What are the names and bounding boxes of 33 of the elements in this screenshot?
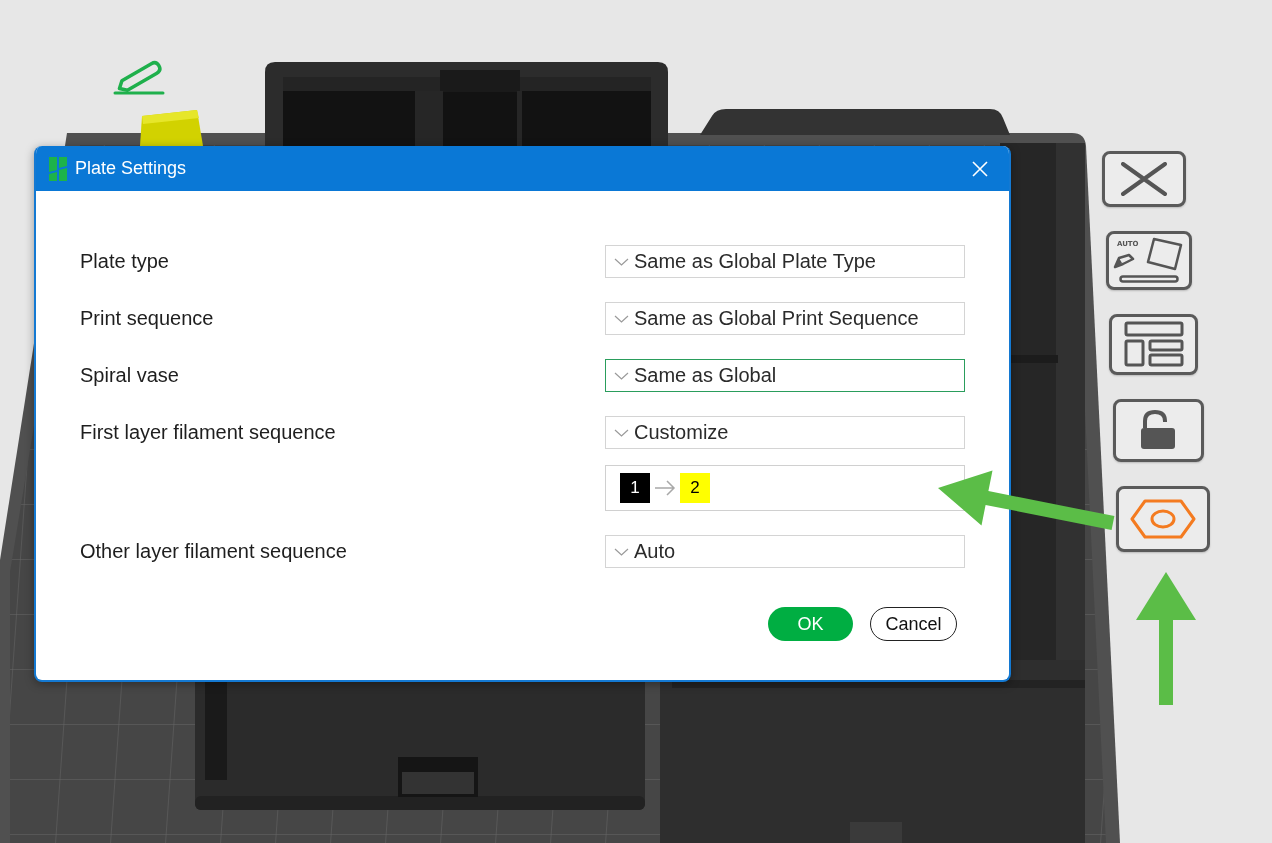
pointer-icon <box>1112 253 1135 270</box>
dropdown[interactable]: Same as Global Print Sequence <box>605 302 965 335</box>
caret-icon <box>614 428 629 437</box>
caret-icon <box>614 547 629 556</box>
close-icon <box>1120 162 1168 196</box>
arrow-icon <box>654 480 676 496</box>
dropdown[interactable]: Same as Global <box>605 359 965 392</box>
model-block <box>140 110 203 146</box>
logo-icon <box>49 156 67 181</box>
caret-icon <box>614 257 629 266</box>
dropdown[interactable]: Auto <box>605 535 965 568</box>
setting-label: Spiral vase <box>80 363 180 388</box>
setting-label: Other layer filament sequence <box>80 539 348 564</box>
dialog-title: Plate Settings <box>75 158 187 179</box>
toolbar-button[interactable] <box>1116 486 1210 552</box>
close-icon <box>972 160 988 177</box>
filament-chip: 2 <box>680 473 710 503</box>
filament-sequence-box[interactable]: 1 2 <box>605 465 965 511</box>
toolbar-button[interactable] <box>1102 151 1186 207</box>
dropdown[interactable]: Customize <box>605 416 965 449</box>
cancel-button[interactable]: Cancel <box>870 607 957 641</box>
toolbar-button[interactable] <box>1112 398 1204 462</box>
setting-label: Print sequence <box>80 306 215 331</box>
setting-label: Plate type <box>80 249 170 274</box>
filament-chip: 1 <box>620 473 650 503</box>
layout-icon <box>1122 321 1185 367</box>
setting-label: First layer filament sequence <box>80 420 337 445</box>
toolbar-button[interactable] <box>1109 313 1198 375</box>
caret-icon <box>614 314 629 323</box>
dropdown[interactable]: Same as Global Plate Type <box>605 245 965 278</box>
tray-icon <box>1118 275 1179 284</box>
hexagon-icon <box>1130 499 1196 539</box>
caret-icon <box>614 371 629 380</box>
